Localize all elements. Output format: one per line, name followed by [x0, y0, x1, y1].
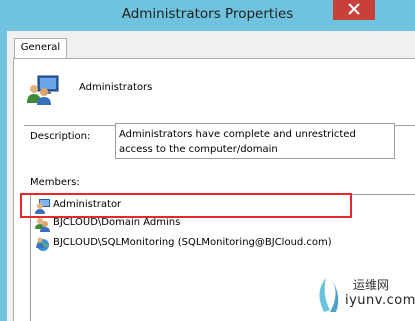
description-field[interactable]: Administrators have complete and unrestr…	[115, 123, 395, 159]
members-label: Members:	[30, 177, 80, 188]
highlight-annotation	[20, 193, 352, 218]
watermark-text: 运维网	[353, 278, 390, 292]
member-name: BJCLOUD\Domain Admins	[53, 217, 181, 228]
member-name: BJCLOUD\SQLMonitoring (SQLMonitoring@BJC…	[53, 237, 332, 248]
tab-general[interactable]: General	[14, 38, 67, 59]
list-item[interactable]: BJCLOUD\SQLMonitoring (SQLMonitoring@BJC…	[35, 235, 375, 253]
close-button[interactable]	[333, 0, 375, 20]
properties-window: Administrators Properties General Admini…	[0, 0, 415, 321]
group-users-icon	[27, 75, 59, 105]
user-globe-icon	[36, 237, 49, 251]
title-bar[interactable]: Administrators Properties	[0, 0, 415, 31]
watermark-url: iyunv.com	[345, 293, 415, 308]
description-label: Description:	[30, 131, 91, 142]
group-icon	[35, 218, 50, 232]
close-icon	[348, 3, 360, 15]
group-name: Administrators	[79, 82, 153, 93]
tab-general-label: General	[20, 42, 61, 53]
